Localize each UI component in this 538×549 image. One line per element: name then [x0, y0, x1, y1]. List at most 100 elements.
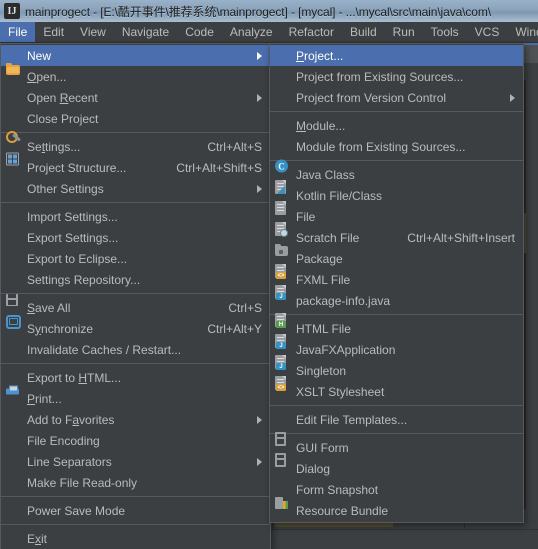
menu-item-label: File: [296, 209, 316, 224]
menu-item-resource-bundle[interactable]: Resource Bundle: [270, 497, 523, 521]
menu-bar: File Edit View Navigate Code Analyze Refactor B…: [0, 22, 538, 43]
menu-item-label: Close Project: [27, 111, 99, 126]
window-title: mainprogect - [E:\酷开事件\推荐系统\mainprogect]…: [25, 4, 492, 19]
menu-item-scratch-file[interactable]: Scratch File Ctrl+Alt+Shift+Insert: [270, 222, 523, 248]
menubar-item-window[interactable]: Window: [507, 22, 538, 42]
singleton-file-icon: J: [275, 355, 287, 370]
menu-item-project-from-version-control[interactable]: Project from Version Control: [270, 87, 523, 108]
menu-item-label: Import Settings...: [27, 209, 118, 224]
menu-item-project-from-existing-sources[interactable]: Project from Existing Sources...: [270, 66, 523, 87]
menubar-item-refactor[interactable]: Refactor: [281, 22, 342, 42]
menubar-item-file[interactable]: File: [0, 22, 36, 42]
menu-item-other-settings[interactable]: Other Settings: [1, 178, 270, 199]
chevron-right-icon: [257, 51, 262, 60]
chevron-right-icon: [257, 415, 262, 424]
menu-item-label: Module...: [296, 118, 346, 133]
menu-item-file[interactable]: File: [270, 201, 523, 227]
menu-item-label: Export Settings...: [27, 230, 119, 245]
menubar-item-label: Window: [515, 25, 538, 39]
file-icon: [275, 201, 287, 215]
menu-item-module-from-existing-sources[interactable]: Module from Existing Sources...: [270, 136, 523, 157]
menu-item-package[interactable]: Package: [270, 244, 523, 269]
dialog-icon: [275, 453, 286, 467]
menu-item-shortcut: Ctrl+Alt+S: [207, 139, 262, 154]
menu-item-label: File Encoding: [27, 433, 100, 448]
menu-item-project-structure[interactable]: Project Structure... Ctrl+Alt+Shift+S: [1, 152, 270, 178]
menubar-item-view[interactable]: View: [72, 22, 114, 42]
menubar-item-label: Edit: [43, 25, 65, 39]
menu-item-export-settings[interactable]: Export Settings...: [1, 227, 270, 248]
menu-item-save-all[interactable]: Save All Ctrl+S: [1, 294, 270, 318]
menu-item-close-project[interactable]: Close Project: [1, 108, 270, 129]
menu-item-power-save-mode[interactable]: Power Save Mode: [1, 500, 270, 521]
menu-separator: [270, 314, 523, 315]
menu-item-import-settings[interactable]: Import Settings...: [1, 206, 270, 227]
menubar-item-label: File: [8, 25, 28, 39]
menu-separator: [270, 405, 523, 406]
menu-item-label: FXML File: [296, 272, 351, 287]
menu-item-java-class[interactable]: C Java Class: [270, 159, 523, 185]
folder-icon: [6, 63, 20, 75]
menu-item-new[interactable]: New: [1, 45, 270, 66]
menu-item-label: Export to Eclipse...: [27, 251, 128, 266]
menu-separator: [270, 111, 523, 112]
new-submenu-popup[interactable]: Project... Project from Existing Sources.…: [269, 43, 524, 523]
menu-item-label: Exit: [27, 531, 48, 546]
chevron-right-icon: [510, 93, 515, 102]
javafx-file-icon: J: [275, 334, 287, 349]
menu-item-shortcut: Ctrl+Alt+Shift+S: [176, 160, 262, 175]
menu-separator: [270, 433, 523, 434]
menu-item-gui-form[interactable]: GUI Form: [270, 432, 523, 458]
menu-item-line-separators[interactable]: Line Separators: [1, 451, 270, 472]
menu-item-form-snapshot[interactable]: Form Snapshot: [270, 479, 523, 500]
menu-item-open[interactable]: Open...: [1, 63, 270, 87]
menu-item-exit[interactable]: Exit: [1, 528, 270, 549]
editor-scrollbar[interactable]: [526, 65, 538, 509]
menu-item-label: New: [27, 48, 52, 63]
menubar-item-analyze[interactable]: Analyze: [222, 22, 281, 42]
menubar-item-code[interactable]: Code: [177, 22, 222, 42]
menu-item-settings[interactable]: Settings... Ctrl+Alt+S: [1, 131, 270, 157]
menubar-item-navigate[interactable]: Navigate: [114, 22, 177, 42]
menu-item-invalidate-caches-restart[interactable]: Invalidate Caches / Restart...: [1, 339, 270, 360]
intellij-logo-icon: IJ: [4, 3, 20, 19]
file-menu-popup[interactable]: New Open... Open Recent Close Project Settin…: [0, 43, 271, 549]
menu-item-make-file-read-only[interactable]: Make File Read-only: [1, 472, 270, 493]
menu-item-add-to-favorites[interactable]: Add to Favorites: [1, 409, 270, 430]
sync-icon: [6, 315, 21, 329]
gui-form-icon: [275, 432, 286, 446]
menubar-item-build[interactable]: Build: [342, 22, 385, 42]
menu-item-html-file[interactable]: H HTML File: [270, 313, 523, 339]
menu-item-synchronize[interactable]: Synchronize Ctrl+Alt+Y: [1, 315, 270, 339]
menu-item-settings-repository[interactable]: Settings Repository...: [1, 269, 270, 290]
menu-item-module[interactable]: Module...: [270, 115, 523, 136]
menu-item-label: Make File Read-only: [27, 475, 138, 490]
menu-item-shortcut: Ctrl+S: [228, 300, 262, 315]
menu-item-dialog[interactable]: Dialog: [270, 453, 523, 479]
menu-item-label: Project Structure...: [27, 160, 127, 175]
menu-item-package-info-java[interactable]: Jpackage-info.java: [270, 285, 523, 311]
menubar-item-edit[interactable]: Edit: [35, 22, 72, 42]
menubar-item-run[interactable]: Run: [385, 22, 423, 42]
chevron-right-icon: [257, 457, 262, 466]
menu-item-print[interactable]: Print...: [1, 385, 270, 409]
menu-item-export-to-eclipse[interactable]: Export to Eclipse...: [1, 248, 270, 269]
java-file-icon: J: [275, 285, 287, 300]
menu-item-label: Settings Repository...: [27, 272, 141, 287]
menu-item-edit-file-templates[interactable]: Edit File Templates...: [270, 409, 523, 430]
menu-item-label: Invalidate Caches / Restart...: [27, 342, 182, 357]
menu-item-javafxapplication[interactable]: J JavaFXApplication: [270, 334, 523, 360]
menu-item-project[interactable]: Project...: [270, 45, 523, 66]
menu-item-file-encoding[interactable]: File Encoding: [1, 430, 270, 451]
menu-item-export-to-html[interactable]: Export to HTML...: [1, 367, 270, 388]
menu-item-fxml-file[interactable]: <> FXML File: [270, 264, 523, 290]
menubar-item-label: VCS: [474, 25, 500, 39]
menu-item-label: Power Save Mode: [27, 503, 126, 518]
menu-item-kotlin-file-class[interactable]: Kotlin File/Class: [270, 180, 523, 206]
menubar-item-tools[interactable]: Tools: [423, 22, 467, 42]
menu-item-open-recent[interactable]: Open Recent: [1, 87, 270, 108]
menu-item-singleton[interactable]: J Singleton: [270, 355, 523, 381]
menu-item-label: Save All: [27, 300, 71, 315]
menubar-item-vcs[interactable]: VCS: [467, 22, 508, 42]
menu-item-xslt-stylesheet[interactable]: <> XSLT Stylesheet: [270, 376, 523, 402]
